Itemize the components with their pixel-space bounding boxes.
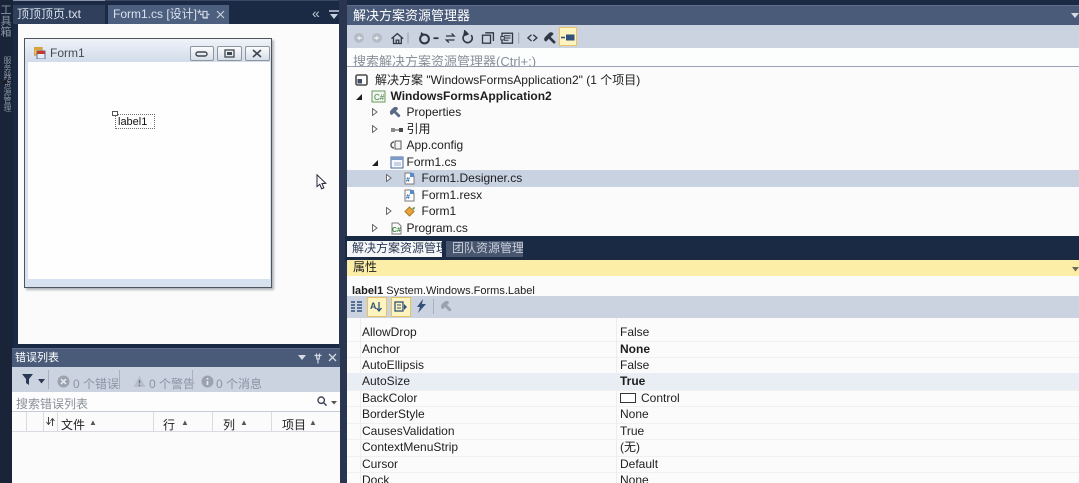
svg-text:C#: C#: [374, 93, 385, 102]
svg-text:#: #: [406, 177, 410, 184]
svg-text:A: A: [370, 301, 377, 311]
svg-text:C#: C#: [392, 227, 401, 234]
svg-text:#: #: [406, 194, 410, 201]
